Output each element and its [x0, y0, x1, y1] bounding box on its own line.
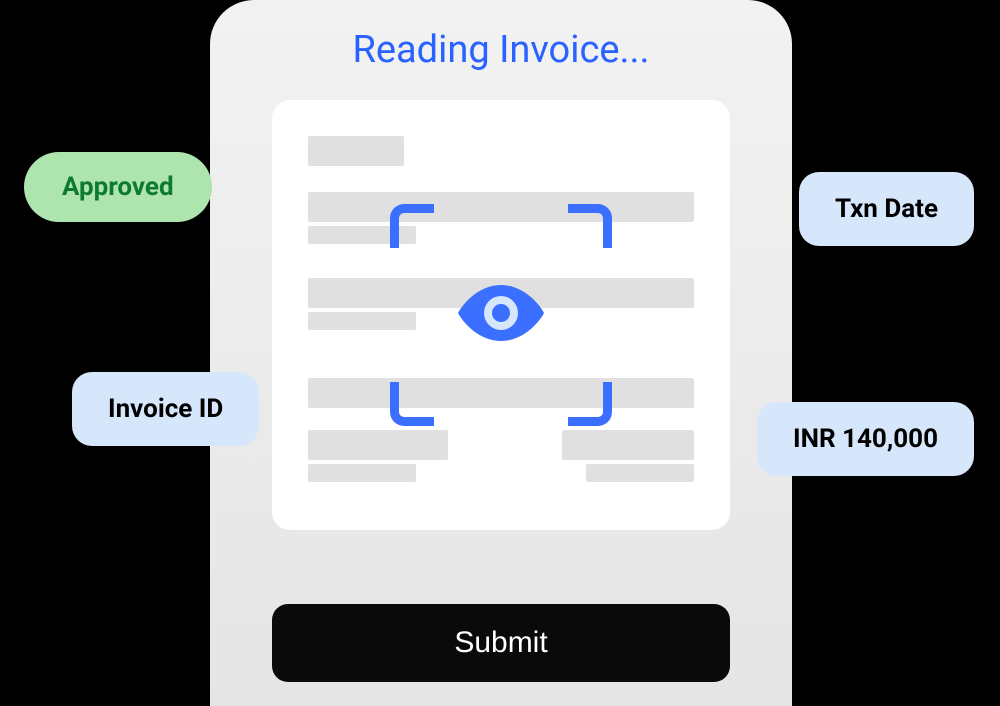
doc-placeholder-line — [308, 430, 448, 460]
scan-corner — [568, 204, 612, 248]
doc-placeholder-line — [308, 464, 416, 482]
invoice-reader-card: Reading Invoice... Submit — [210, 0, 792, 706]
eye-icon — [458, 285, 544, 345]
scan-corner — [568, 382, 612, 426]
extracted-field-txn-date: Txn Date — [799, 172, 974, 246]
status-badge-approved: Approved — [24, 152, 212, 222]
scan-frame — [390, 204, 612, 426]
status-title: Reading Invoice... — [210, 28, 792, 72]
document-preview — [272, 100, 730, 530]
doc-placeholder-line — [562, 430, 694, 460]
extracted-field-invoice-id: Invoice ID — [72, 372, 259, 446]
doc-placeholder-line — [308, 136, 404, 166]
scan-corner — [390, 204, 434, 248]
extracted-field-amount: INR 140,000 — [757, 402, 974, 476]
submit-button[interactable]: Submit — [272, 604, 730, 682]
doc-placeholder-line — [586, 464, 694, 482]
scan-corner — [390, 382, 434, 426]
